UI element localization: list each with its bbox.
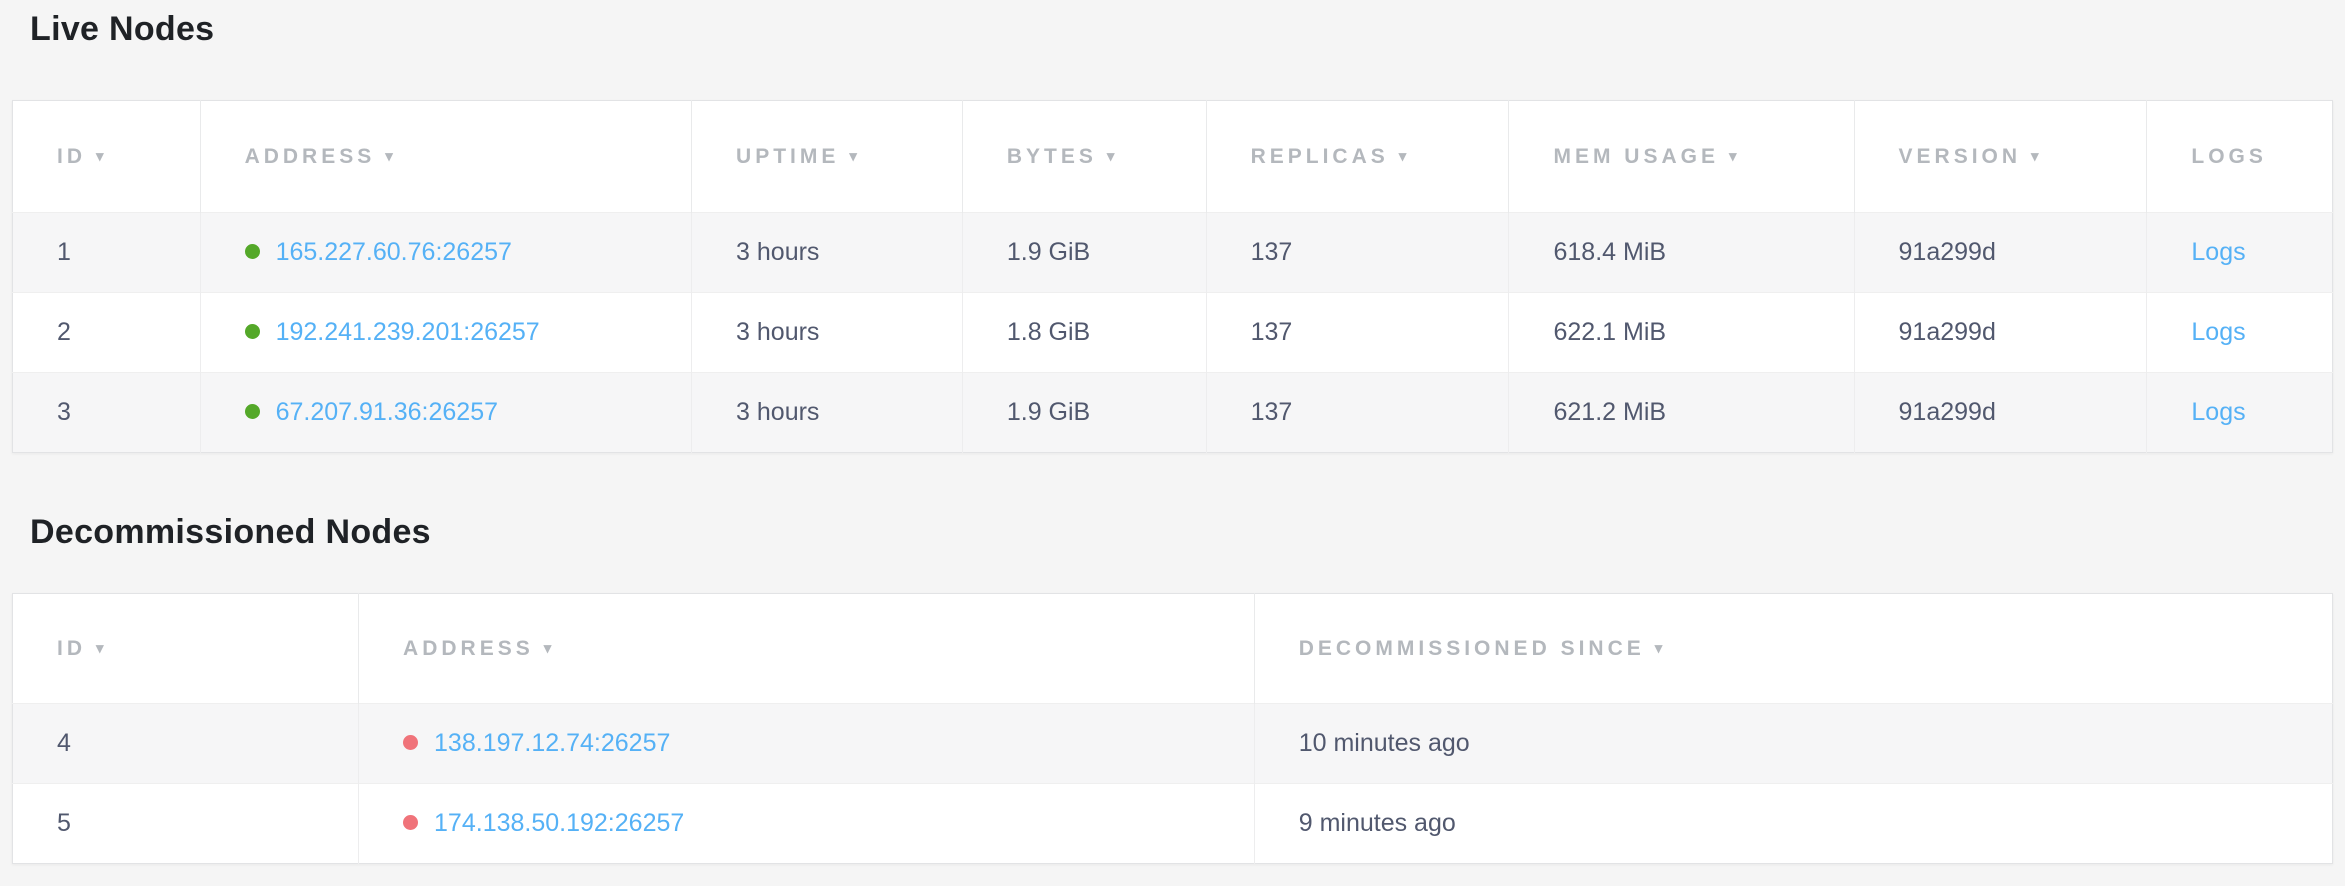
column-label: VERSION <box>1899 145 2022 168</box>
column-label: REPLICAS <box>1251 145 1389 168</box>
node-uptime-cell: 3 hours <box>692 293 963 373</box>
node-address-cell: 165.227.60.76:26257 <box>200 213 691 293</box>
node-address-link[interactable]: 67.207.91.36:26257 <box>276 398 498 426</box>
column-label: BYTES <box>1007 145 1097 168</box>
column-label: ID <box>57 145 86 168</box>
node-mem-usage-cell: 622.1 MiB <box>1509 293 1854 373</box>
live-node-row: 1 165.227.60.76:26257 3 hours 1.9 GiB 13… <box>13 213 2333 293</box>
node-version-cell: 91a299d <box>1854 293 2147 373</box>
live-status-dot-icon <box>245 404 260 419</box>
sort-arrow-icon: ▾ <box>385 148 393 165</box>
sort-arrow-icon: ▾ <box>96 148 104 165</box>
node-decommissioned-since-cell: 9 minutes ago <box>1254 784 2332 864</box>
sort-arrow-icon: ▾ <box>1107 148 1115 165</box>
node-address-link[interactable]: 138.197.12.74:26257 <box>434 729 670 757</box>
column-label: ADDRESS <box>245 145 376 168</box>
live-col-header-mem-usage[interactable]: MEM USAGE ▾ <box>1509 101 1854 213</box>
node-id-cell: 2 <box>13 293 201 373</box>
node-bytes-cell: 1.9 GiB <box>962 213 1206 293</box>
node-id-cell: 5 <box>13 784 359 864</box>
decommissioned-node-row: 5 174.138.50.192:26257 9 minutes ago <box>13 784 2333 864</box>
live-node-row: 3 67.207.91.36:26257 3 hours 1.9 GiB 137… <box>13 373 2333 453</box>
live-status-dot-icon <box>245 324 260 339</box>
node-id-cell: 3 <box>13 373 201 453</box>
logs-link[interactable]: Logs <box>2191 238 2245 266</box>
node-bytes-cell: 1.9 GiB <box>962 373 1206 453</box>
node-mem-usage-cell: 621.2 MiB <box>1509 373 1854 453</box>
sort-arrow-icon: ▾ <box>1729 148 1737 165</box>
node-address-cell: 174.138.50.192:26257 <box>359 784 1255 864</box>
node-replicas-cell: 137 <box>1206 213 1509 293</box>
node-version-cell: 91a299d <box>1854 213 2147 293</box>
decomm-col-header-address[interactable]: ADDRESS ▾ <box>359 594 1255 704</box>
node-replicas-cell: 137 <box>1206 373 1509 453</box>
node-decommissioned-since-cell: 10 minutes ago <box>1254 704 2332 784</box>
node-address-cell: 138.197.12.74:26257 <box>359 704 1255 784</box>
node-mem-usage-cell: 618.4 MiB <box>1509 213 1854 293</box>
sort-arrow-icon: ▾ <box>544 640 552 657</box>
column-label: MEM USAGE <box>1553 145 1719 168</box>
decommissioned-nodes-section: Decommissioned Nodes ID ▾ ADDRESS ▾ <box>12 509 2333 864</box>
node-bytes-cell: 1.8 GiB <box>962 293 1206 373</box>
column-label: LOGS <box>2191 145 2267 168</box>
decomm-col-header-since[interactable]: DECOMMISSIONED SINCE ▾ <box>1254 594 2332 704</box>
column-label: UPTIME <box>736 145 839 168</box>
node-version-cell: 91a299d <box>1854 373 2147 453</box>
logs-link[interactable]: Logs <box>2191 398 2245 426</box>
node-address-cell: 67.207.91.36:26257 <box>200 373 691 453</box>
decommissioned-nodes-heading: Decommissioned Nodes <box>30 509 2333 555</box>
decommissioned-nodes-table: ID ▾ ADDRESS ▾ DECOMMISSIONED SINCE ▾ 4 <box>12 593 2333 864</box>
live-status-dot-icon <box>245 244 260 259</box>
decommissioned-status-dot-icon <box>403 735 418 750</box>
live-col-header-version[interactable]: VERSION ▾ <box>1854 101 2147 213</box>
decomm-col-header-id[interactable]: ID ▾ <box>13 594 359 704</box>
node-id-cell: 1 <box>13 213 201 293</box>
node-address-link[interactable]: 174.138.50.192:26257 <box>434 809 684 837</box>
decommissioned-nodes-table-holder: ID ▾ ADDRESS ▾ DECOMMISSIONED SINCE ▾ 4 <box>12 593 2333 864</box>
live-col-header-bytes[interactable]: BYTES ▾ <box>962 101 1206 213</box>
node-id-cell: 4 <box>13 704 359 784</box>
node-replicas-cell: 137 <box>1206 293 1509 373</box>
live-nodes-table-header: ID ▾ ADDRESS ▾ UPTIME ▾ BYTES ▾ REPLICAS ▾ <box>13 101 2333 213</box>
node-uptime-cell: 3 hours <box>692 213 963 293</box>
live-nodes-table-holder: ID ▾ ADDRESS ▾ UPTIME ▾ BYTES ▾ REPLICAS ▾ <box>12 100 2333 453</box>
sort-arrow-icon: ▾ <box>2031 148 2039 165</box>
node-logs-cell: Logs <box>2147 293 2333 373</box>
live-nodes-heading: Live Nodes <box>30 6 2333 52</box>
live-col-header-id[interactable]: ID ▾ <box>13 101 201 213</box>
sort-arrow-icon: ▾ <box>1399 148 1407 165</box>
sort-arrow-icon: ▾ <box>849 148 857 165</box>
node-logs-cell: Logs <box>2147 373 2333 453</box>
logs-link[interactable]: Logs <box>2191 318 2245 346</box>
column-label: ADDRESS <box>403 637 534 660</box>
node-address-cell: 192.241.239.201:26257 <box>200 293 691 373</box>
sort-arrow-icon: ▾ <box>1655 640 1663 657</box>
node-address-link[interactable]: 192.241.239.201:26257 <box>276 318 540 346</box>
live-col-header-address[interactable]: ADDRESS ▾ <box>200 101 691 213</box>
sort-arrow-icon: ▾ <box>96 640 104 657</box>
node-logs-cell: Logs <box>2147 213 2333 293</box>
live-col-header-replicas[interactable]: REPLICAS ▾ <box>1206 101 1509 213</box>
live-col-header-logs: LOGS <box>2147 101 2333 213</box>
cluster-nodes-page: Live Nodes ID ▾ ADDRESS ▾ <box>0 0 2345 864</box>
live-node-row: 2 192.241.239.201:26257 3 hours 1.8 GiB … <box>13 293 2333 373</box>
decommissioned-nodes-table-header: ID ▾ ADDRESS ▾ DECOMMISSIONED SINCE ▾ <box>13 594 2333 704</box>
decommissioned-node-row: 4 138.197.12.74:26257 10 minutes ago <box>13 704 2333 784</box>
live-col-header-uptime[interactable]: UPTIME ▾ <box>692 101 963 213</box>
live-nodes-table: ID ▾ ADDRESS ▾ UPTIME ▾ BYTES ▾ REPLICAS ▾ <box>12 100 2333 453</box>
live-nodes-section: Live Nodes ID ▾ ADDRESS ▾ <box>12 6 2333 453</box>
node-uptime-cell: 3 hours <box>692 373 963 453</box>
node-address-link[interactable]: 165.227.60.76:26257 <box>276 238 512 266</box>
decommissioned-status-dot-icon <box>403 815 418 830</box>
column-label: ID <box>57 637 86 660</box>
column-label: DECOMMISSIONED SINCE <box>1299 637 1645 660</box>
